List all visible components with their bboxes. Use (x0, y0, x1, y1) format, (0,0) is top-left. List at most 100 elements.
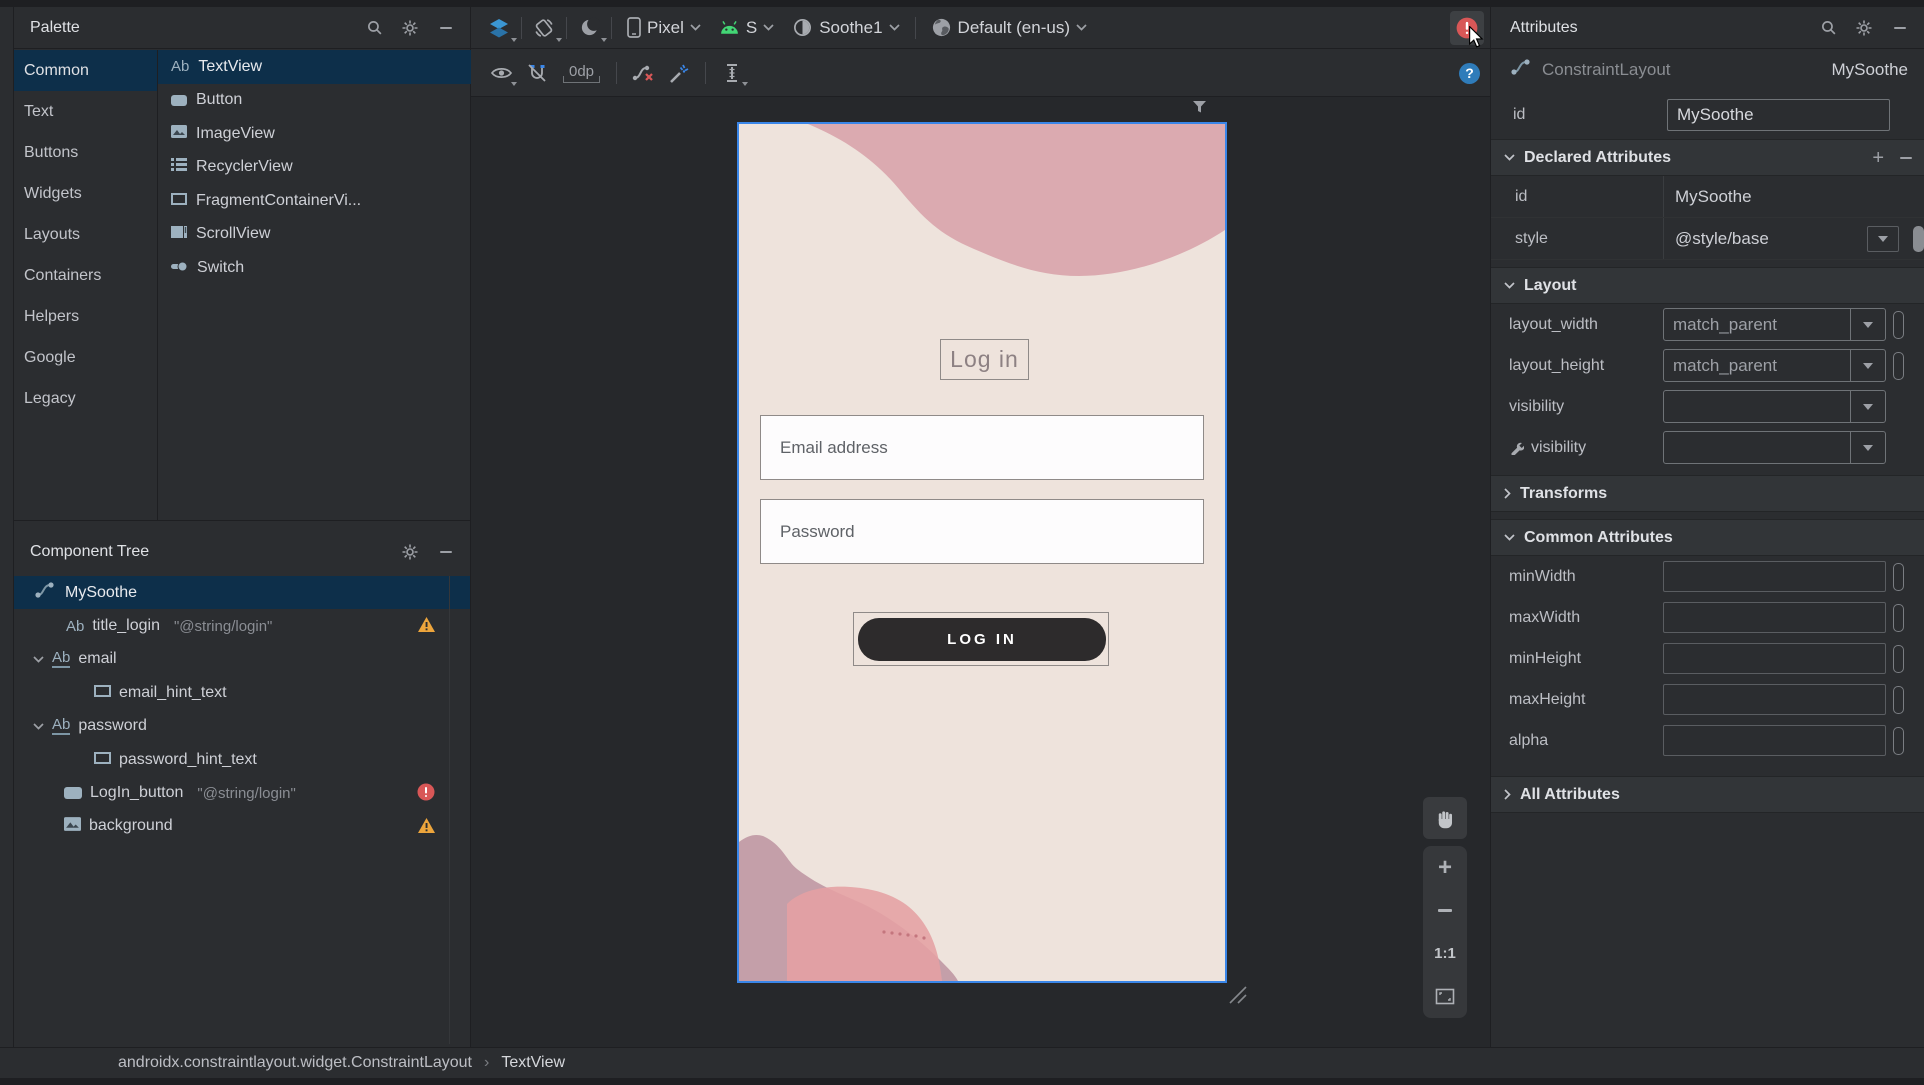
warning-icon[interactable] (417, 616, 436, 638)
tree-row-login-button[interactable]: LogIn_button "@string/login" (14, 776, 470, 809)
combo-arrow[interactable] (1850, 309, 1885, 340)
palette-item-switch[interactable]: Switch (158, 251, 471, 285)
attribute-flag-indicator[interactable] (1893, 310, 1904, 339)
resize-handle[interactable] (1226, 983, 1248, 1010)
tree-row-title-login[interactable]: Ab title_login "@string/login" (14, 609, 470, 642)
chevron-down-icon[interactable] (33, 650, 44, 668)
palette-category-widgets[interactable]: Widgets (14, 173, 157, 214)
attributes-search-icon[interactable] (1814, 14, 1842, 42)
style-dropdown-button[interactable] (1867, 225, 1899, 252)
section-common-attributes[interactable]: Common Attributes (1491, 519, 1924, 556)
zoom-out-button[interactable] (1423, 889, 1467, 932)
phone-preview[interactable]: Log in Email address Password LOG IN (737, 122, 1227, 983)
attribute-flag-indicator[interactable] (1893, 726, 1904, 755)
login-button-selection[interactable]: LOG IN (853, 612, 1109, 666)
palette-search-icon[interactable] (360, 14, 388, 42)
palette-category-common[interactable]: Common (14, 50, 157, 91)
palette-minimize-icon[interactable] (432, 14, 460, 42)
palette-item-scrollview[interactable]: ScrollView (158, 218, 471, 252)
component-tree-settings-gear-icon[interactable] (396, 538, 424, 566)
filter-funnel-icon[interactable] (1192, 100, 1207, 119)
palette-category-legacy[interactable]: Legacy (14, 378, 157, 419)
api-version-selector[interactable]: S (710, 13, 783, 43)
palette-category-google[interactable]: Google (14, 337, 157, 378)
locale-selector[interactable]: Default (en-us) (922, 13, 1096, 43)
palette-item-textview[interactable]: Ab TextView (158, 50, 471, 84)
palette-category-text[interactable]: Text (14, 91, 157, 132)
style-flag-indicator[interactable] (1913, 225, 1924, 252)
help-icon[interactable]: ? (1459, 62, 1480, 84)
chevron-down-icon[interactable] (33, 717, 44, 735)
maxheight-input[interactable] (1663, 684, 1886, 715)
palette-item-fragmentcontainerview[interactable]: FragmentContainerVi... (158, 184, 471, 218)
palette-category-containers[interactable]: Containers (14, 255, 157, 296)
attribute-flag-indicator[interactable] (1893, 685, 1904, 714)
combo-arrow[interactable] (1850, 432, 1885, 463)
palette-category-helpers[interactable]: Helpers (14, 296, 157, 337)
autoconnect-button[interactable] (521, 58, 553, 88)
palette-item-recyclerview[interactable]: RecyclerView (158, 151, 471, 185)
zoom-actual-size-button[interactable]: 1:1 (1423, 932, 1467, 975)
component-tree-scrollbar[interactable] (449, 576, 450, 1044)
section-all-attributes[interactable]: All Attributes (1491, 776, 1924, 813)
pan-tool-button[interactable] (1423, 797, 1467, 839)
login-title-textview[interactable]: Log in (940, 339, 1029, 380)
visibility-combo[interactable] (1663, 390, 1886, 423)
login-button[interactable]: LOG IN (858, 618, 1106, 661)
zoom-in-button[interactable]: + (1423, 846, 1467, 889)
section-declared-attributes[interactable]: Declared Attributes + (1491, 139, 1924, 176)
infer-constraints-button[interactable] (663, 58, 695, 88)
declared-row-id[interactable]: id MySoothe (1491, 176, 1924, 218)
attributes-settings-gear-icon[interactable] (1850, 14, 1878, 42)
warning-icon[interactable] (417, 817, 436, 839)
add-attribute-icon[interactable]: + (1872, 148, 1884, 168)
remove-attribute-icon[interactable] (1900, 156, 1912, 159)
clear-constraints-button[interactable] (627, 58, 659, 88)
pack-align-button[interactable] (716, 58, 749, 88)
attribute-flag-indicator[interactable] (1893, 562, 1904, 591)
attributes-minimize-icon[interactable] (1886, 14, 1914, 42)
device-selector[interactable]: Pixel (618, 13, 710, 43)
layout-width-combo[interactable]: match_parent (1663, 308, 1886, 341)
tools-visibility-combo[interactable] (1663, 431, 1886, 464)
palette-category-buttons[interactable]: Buttons (14, 132, 157, 173)
combo-arrow[interactable] (1850, 391, 1885, 422)
design-surface[interactable]: Log in Email address Password LOG IN + 1… (471, 97, 1490, 1047)
design-surface-selector-button[interactable] (483, 13, 517, 43)
palette-item-imageview[interactable]: ImageView (158, 117, 471, 151)
tree-row-email[interactable]: Ab email (14, 643, 470, 676)
theme-selector[interactable]: Soothe1 (783, 13, 908, 43)
tree-row-email-hint-text[interactable]: email_hint_text (14, 676, 470, 709)
declared-row-style[interactable]: style @style/base (1491, 218, 1924, 260)
tree-row-mysoothe[interactable]: MySoothe (14, 576, 470, 610)
orientation-button[interactable] (528, 13, 562, 43)
layout-height-combo[interactable]: match_parent (1663, 349, 1886, 382)
attribute-flag-indicator[interactable] (1893, 351, 1904, 380)
tree-row-background[interactable]: background (14, 810, 470, 843)
breadcrumb-textview[interactable]: TextView (501, 1054, 565, 1072)
default-margin-button[interactable]: 0dp (563, 63, 601, 83)
breadcrumb-constraintlayout[interactable]: androidx.constraintlayout.widget.Constra… (118, 1054, 472, 1072)
palette-category-layouts[interactable]: Layouts (14, 214, 157, 255)
attribute-flag-indicator[interactable] (1893, 603, 1904, 632)
maxwidth-input[interactable] (1663, 602, 1886, 633)
component-tree-minimize-icon[interactable] (432, 538, 460, 566)
combo-arrow[interactable] (1850, 350, 1885, 381)
section-layout[interactable]: Layout (1491, 267, 1924, 304)
id-input[interactable]: MySoothe (1667, 98, 1890, 131)
error-icon[interactable] (417, 783, 435, 806)
minwidth-input[interactable] (1663, 561, 1886, 592)
password-field[interactable]: Password (760, 499, 1204, 564)
tree-row-password-hint-text[interactable]: password_hint_text (14, 743, 470, 776)
night-mode-button[interactable] (573, 13, 607, 43)
minheight-input[interactable] (1663, 643, 1886, 674)
palette-item-button[interactable]: Button (158, 84, 471, 118)
view-options-button[interactable] (485, 58, 517, 88)
palette-settings-gear-icon[interactable] (396, 14, 424, 42)
section-transforms[interactable]: Transforms (1491, 475, 1924, 512)
alpha-input[interactable] (1663, 725, 1886, 756)
email-field[interactable]: Email address (760, 415, 1204, 480)
tree-row-password[interactable]: Ab password (14, 710, 470, 743)
attribute-flag-indicator[interactable] (1893, 644, 1904, 673)
zoom-to-fit-button[interactable] (1423, 975, 1467, 1018)
